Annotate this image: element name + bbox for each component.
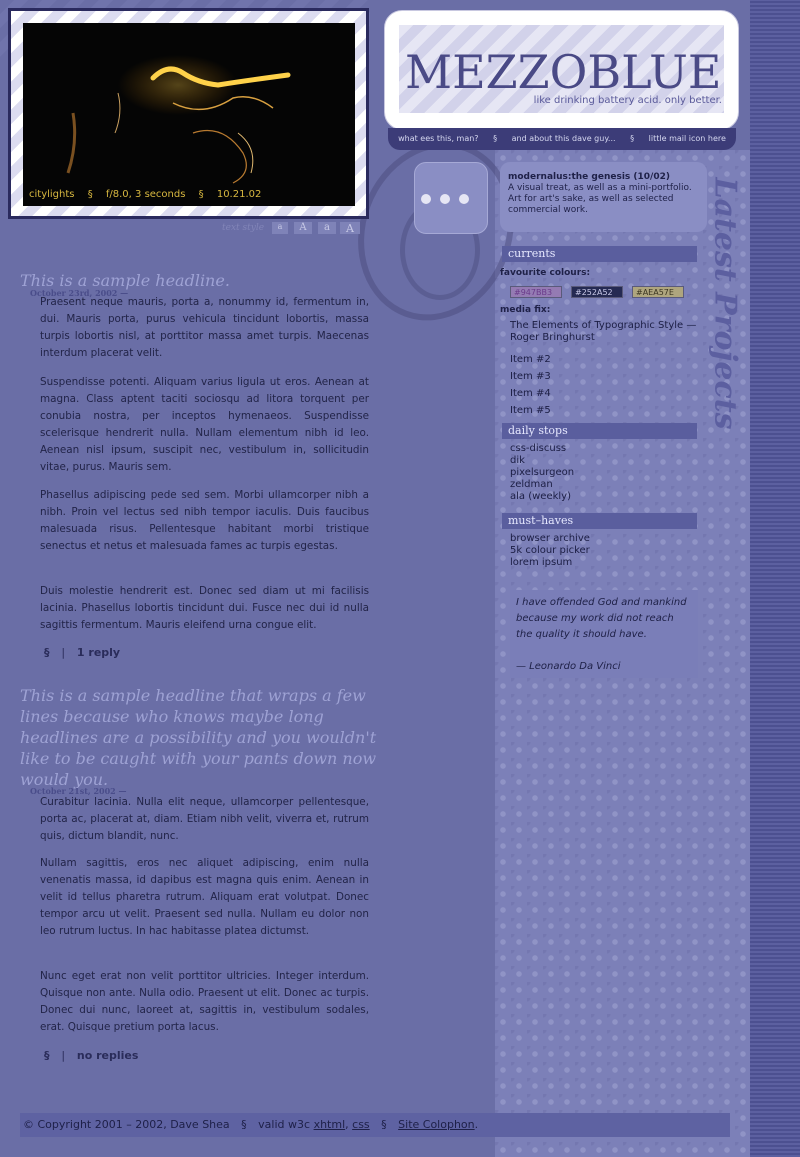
post-footer: § | no replies [44, 1049, 138, 1062]
text-style-label: text style [222, 223, 265, 233]
daily-stop-link[interactable]: zeldman [510, 479, 574, 491]
validation-label: valid w3c [258, 1118, 311, 1131]
post-paragraph: Phasellus adipiscing pede sed sem. Morbi… [40, 489, 369, 552]
page-footer: © Copyright 2001 – 2002, Dave Shea § val… [20, 1113, 730, 1137]
site-tagline: like drinking battery acid. only better. [533, 95, 722, 106]
latest-projects-heading: Latest Projects [705, 165, 745, 430]
media-fix-label: media fix: [500, 305, 551, 315]
dot-icon [421, 194, 431, 204]
footer-comma: , [345, 1118, 349, 1131]
latest-projects-text: Latest Projects [707, 177, 743, 430]
text-size-smallest-button[interactable]: a [272, 222, 288, 234]
quote-text: I have offended God and mankind because … [516, 597, 687, 640]
project-summary[interactable]: modernalus:the genesis (10/02) A visual … [500, 162, 707, 232]
site-title: MEZZOBLUE [405, 45, 722, 99]
site-logo-box[interactable]: MEZZOBLUE like drinking battery acid. on… [384, 10, 739, 130]
header-photo-frame: citylights § f/8.0, 3 seconds § 10.21.02 [8, 8, 369, 219]
footer-separator: § [381, 1118, 387, 1131]
nav-separator: § [630, 134, 635, 143]
nav-about-site-link[interactable]: what ees this, man? [398, 134, 478, 143]
colour-swatch: #AEA57E [632, 286, 684, 298]
daily-stop-link[interactable]: pixelsurgeon [510, 467, 574, 479]
caption-separator: § [87, 189, 93, 200]
post-paragraph: Duis molestie hendrerit est. Donec sed d… [40, 585, 369, 631]
header-photo: citylights § f/8.0, 3 seconds § 10.21.02 [23, 23, 355, 206]
nav-about-dave-link[interactable]: and about this dave guy... [512, 134, 616, 143]
text-size-largest-button[interactable]: A [340, 222, 360, 235]
footer-separator: | [61, 1049, 66, 1062]
quote-block: I have offended God and mankind because … [510, 590, 698, 678]
media-item[interactable]: Item #2 [510, 354, 700, 371]
replies-link[interactable]: 1 reply [77, 646, 120, 659]
caption-separator: § [198, 189, 204, 200]
text-size-large-button[interactable]: a [318, 222, 336, 234]
dot-icon [440, 194, 450, 204]
colophon-link[interactable]: Site Colophon [398, 1118, 474, 1131]
post-paragraph: Suspendisse potenti. Aliquam varius ligu… [40, 376, 369, 473]
must-haves-list: browser archive 5k colour picker lorem i… [510, 533, 590, 569]
must-have-link[interactable]: lorem ipsum [510, 557, 590, 569]
post-paragraph: Praesent neque mauris, porta a, nonummy … [40, 296, 369, 359]
footer-separator: § [241, 1118, 247, 1131]
must-have-link[interactable]: browser archive [510, 533, 590, 545]
daily-stops-heading: daily stops [502, 423, 697, 439]
replies-link[interactable]: no replies [77, 1049, 139, 1062]
permalink-link[interactable]: § [44, 1049, 50, 1062]
css-link[interactable]: css [352, 1118, 370, 1131]
post-paragraph: Curabitur lacinia. Nulla elit neque, ull… [40, 796, 369, 842]
project-title[interactable]: modernalus:the genesis (10/02) [508, 172, 670, 182]
text-size-small-button[interactable]: A [294, 222, 312, 234]
post-paragraph: Nunc eget erat non velit porttitor ultri… [40, 970, 369, 1033]
daily-stop-link[interactable]: dik [510, 455, 574, 467]
must-haves-heading: must–haves [502, 513, 697, 529]
dot-icon [459, 194, 469, 204]
media-item[interactable]: Item #4 [510, 388, 700, 405]
colour-swatch: #252A52 [571, 286, 623, 298]
caption-exposure: f/8.0, 3 seconds [105, 189, 186, 200]
footer-period: . [474, 1118, 479, 1131]
light-trails-image [66, 55, 291, 184]
currents-heading: currents [502, 246, 697, 262]
post-footer: § | 1 reply [44, 646, 120, 659]
post-headline[interactable]: This is a sample headline that wraps a f… [20, 685, 380, 790]
nav-mail-link[interactable]: little mail icon here [649, 134, 726, 143]
post-paragraph: Nullam sagittis, eros nec aliquet adipis… [40, 857, 369, 937]
top-nav: what ees this, man? § and about this dav… [388, 128, 736, 150]
permalink-link[interactable]: § [44, 646, 50, 659]
daily-stops-list: css-discuss dik pixelsurgeon zeldman ala… [510, 443, 574, 503]
xhtml-link[interactable]: xhtml [314, 1118, 346, 1131]
media-item[interactable]: Item #3 [510, 371, 700, 388]
daily-stop-link[interactable]: css-discuss [510, 443, 574, 455]
nav-separator: § [493, 134, 498, 143]
daily-stop-link[interactable]: ala (weekly) [510, 491, 574, 503]
caption-title: citylights [29, 189, 75, 200]
colour-swatch: #947BB3 [510, 286, 562, 298]
media-fix-list: The Elements of Typographic Style — Roge… [510, 320, 700, 422]
project-description: A visual treat, as well as a mini-portfo… [508, 183, 692, 215]
footer-separator: | [61, 646, 66, 659]
photo-caption: citylights § f/8.0, 3 seconds § 10.21.02 [29, 189, 271, 200]
media-item[interactable]: The Elements of Typographic Style — Roge… [510, 320, 700, 354]
right-stripe-decoration [750, 0, 800, 1157]
project-thumbnail[interactable] [414, 162, 488, 234]
copyright-text: © Copyright 2001 – 2002, Dave Shea [23, 1118, 230, 1131]
quote-author: — Leonardo Da Vinci [516, 661, 621, 672]
caption-date: 10.21.02 [216, 189, 262, 200]
favourite-colours-label: favourite colours: [500, 268, 591, 278]
media-item[interactable]: Item #5 [510, 405, 700, 422]
must-have-link[interactable]: 5k colour picker [510, 545, 590, 557]
